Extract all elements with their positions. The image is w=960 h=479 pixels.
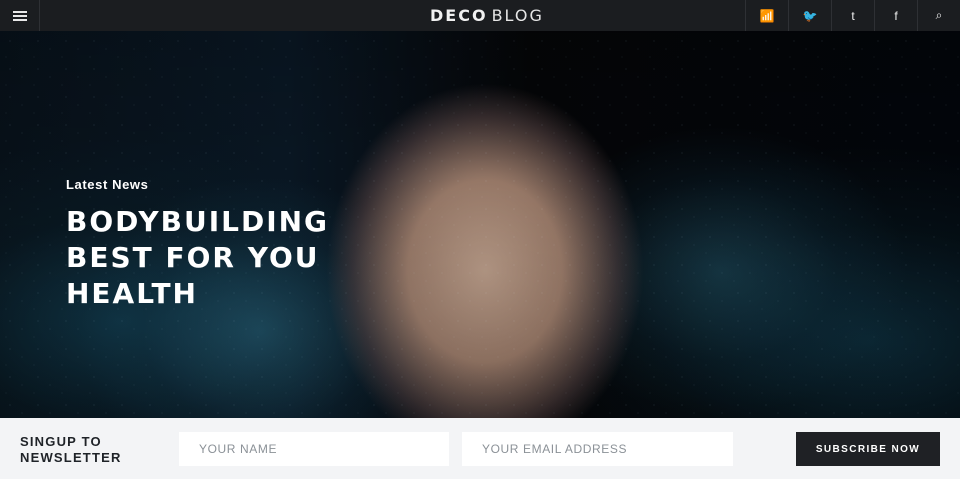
search-icon[interactable]: ⌕ — [917, 0, 960, 31]
name-field[interactable] — [179, 432, 449, 466]
menu-icon — [12, 10, 27, 21]
newsletter-bar: SINGUP TO NEWSLETTER SUBSCRIBE NOW — [0, 418, 960, 479]
hero-headline: BODYBUILDING BEST FOR YOU HEALTH — [66, 205, 330, 310]
menu-button[interactable] — [0, 0, 40, 31]
hero-banner: Latest News BODYBUILDING BEST FOR YOU HE… — [0, 31, 960, 418]
wifi-icon[interactable]: 📶 — [745, 0, 788, 31]
menu-line — [12, 18, 27, 21]
hero-content: Latest News BODYBUILDING BEST FOR YOU HE… — [66, 177, 426, 312]
tumblr-icon[interactable]: t — [831, 0, 874, 31]
hero-kicker: Latest News — [66, 177, 149, 192]
email-field[interactable] — [462, 432, 733, 466]
menu-line — [12, 10, 27, 13]
subscribe-button[interactable]: SUBSCRIBE NOW — [796, 432, 940, 466]
top-navigation-bar: DECO BLOG 📶 🐦 t f ⌕ — [0, 0, 960, 31]
facebook-icon[interactable]: f — [874, 0, 917, 31]
site-logo[interactable]: DECO BLOG — [430, 0, 544, 31]
twitter-icon[interactable]: 🐦 — [788, 0, 831, 31]
social-links: 📶 🐦 t f ⌕ — [745, 0, 960, 31]
newsletter-title: SINGUP TO NEWSLETTER — [20, 434, 122, 465]
logo-right: BLOG — [491, 6, 544, 25]
menu-line — [12, 14, 27, 17]
logo-left: DECO — [430, 6, 488, 25]
